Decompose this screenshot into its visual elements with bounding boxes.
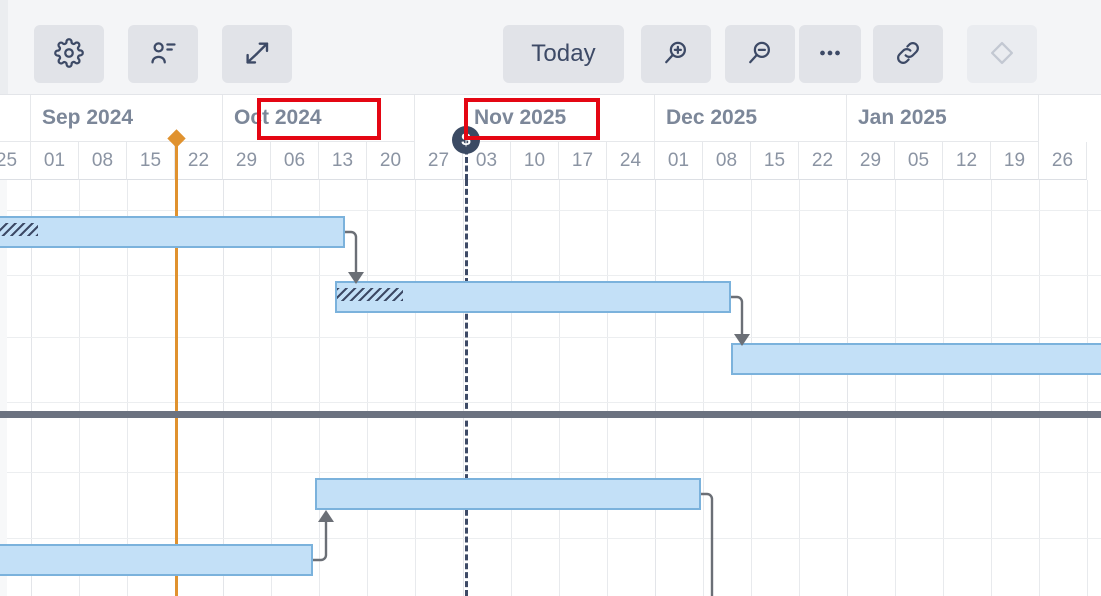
link-icon xyxy=(893,38,923,71)
week-label-15: 08 xyxy=(703,142,751,180)
week-label-5: 29 xyxy=(223,142,271,180)
settings-button[interactable] xyxy=(34,25,104,83)
week-label-13: 24 xyxy=(607,142,655,180)
week-label-2: 08 xyxy=(79,142,127,180)
week-label-0: 25 xyxy=(0,142,31,180)
month-label-partial xyxy=(0,95,31,142)
today-button-label: Today xyxy=(531,40,596,67)
gantt-chart-view: Today Sep 2024 Oct 2024 Nov 2025 Dec 202… xyxy=(0,0,1101,596)
zoom-out-icon xyxy=(745,38,775,71)
diamond-icon xyxy=(987,38,1017,71)
month-label-4: Jan 2025 xyxy=(847,95,1039,142)
cost-badge[interactable]: $ xyxy=(452,126,480,154)
zoom-in-button[interactable] xyxy=(641,25,711,83)
chart-body xyxy=(0,180,1101,596)
week-label-20: 12 xyxy=(943,142,991,180)
zoom-out-button[interactable] xyxy=(725,25,795,83)
marker-line-header xyxy=(175,136,178,180)
week-label-22: 26 xyxy=(1039,142,1087,180)
week-label-19: 05 xyxy=(895,142,943,180)
week-label-18: 29 xyxy=(847,142,895,180)
month-row: Sep 2024 Oct 2024 Nov 2025 Dec 2025 Jan 2025 xyxy=(0,95,1101,142)
person-list-icon xyxy=(148,38,178,71)
week-label-6: 06 xyxy=(271,142,319,180)
toolbar-left-edge xyxy=(0,0,8,94)
link-button[interactable] xyxy=(873,25,943,83)
month-label-0: Sep 2024 xyxy=(31,95,223,142)
gear-icon xyxy=(54,37,84,71)
week-label-8: 20 xyxy=(367,142,415,180)
milestone-button[interactable] xyxy=(967,25,1037,83)
month-label-3: Dec 2025 xyxy=(655,95,847,142)
today-button[interactable]: Today xyxy=(503,25,624,83)
dependency-4-next[interactable] xyxy=(0,180,1101,596)
week-label-12: 17 xyxy=(559,142,607,180)
week-label-3: 15 xyxy=(127,142,175,180)
week-label-21: 19 xyxy=(991,142,1039,180)
collapse-arrows-icon xyxy=(242,38,272,71)
more-options-button[interactable] xyxy=(799,25,861,83)
collapse-button[interactable] xyxy=(222,25,292,83)
week-label-16: 15 xyxy=(751,142,799,180)
week-label-11: 10 xyxy=(511,142,559,180)
month-label-2: Nov 2025 xyxy=(463,95,655,142)
week-label-1: 01 xyxy=(31,142,79,180)
week-label-14: 01 xyxy=(655,142,703,180)
week-label-4: 22 xyxy=(175,142,223,180)
week-label-17: 22 xyxy=(799,142,847,180)
week-row: 25 01 08 15 22 29 06 13 20 27 03 10 17 24 01 08 15 22 29 05… xyxy=(0,142,1101,180)
week-label-7: 13 xyxy=(319,142,367,180)
resources-button[interactable] xyxy=(128,25,198,83)
toolbar: Today xyxy=(0,0,1101,95)
month-label-1: Oct 2024 xyxy=(223,95,415,142)
ellipsis-icon xyxy=(815,38,845,71)
zoom-in-icon xyxy=(661,38,691,71)
timeline-header: Sep 2024 Oct 2024 Nov 2025 Dec 2025 Jan 2025… xyxy=(0,95,1101,180)
